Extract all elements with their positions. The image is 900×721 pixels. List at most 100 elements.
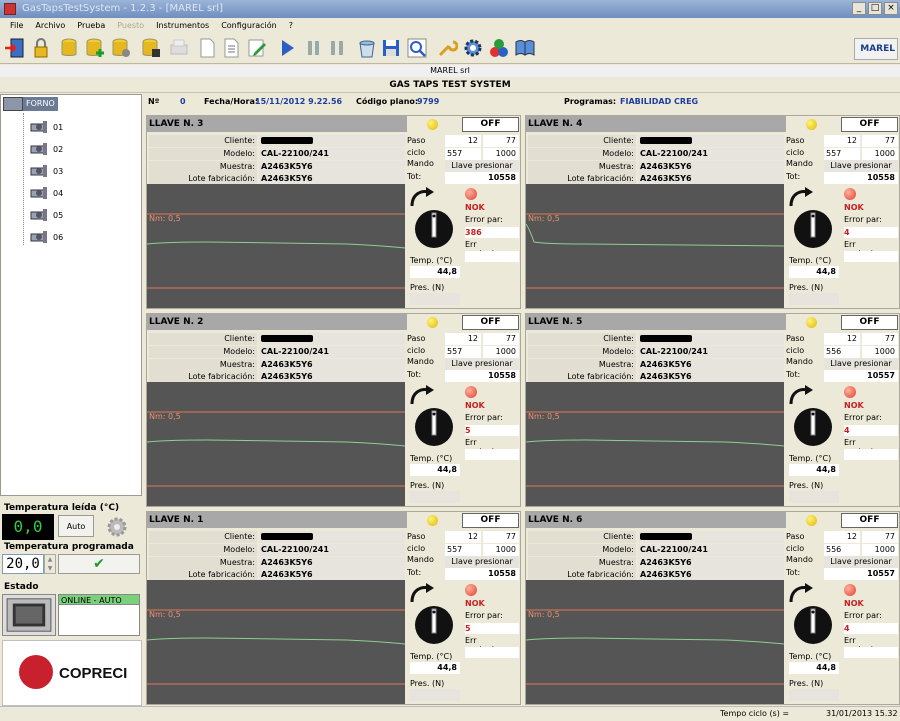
mando-value: Llave presionar: [824, 556, 898, 568]
bucket-icon[interactable]: [356, 37, 378, 59]
error-par-value: 4: [844, 624, 850, 633]
stop-icon[interactable]: [326, 37, 348, 59]
pres-label: Pres. (N): [410, 481, 445, 490]
panel-title: LLAVE N. 6: [526, 512, 786, 528]
tree-item-05[interactable]: 05: [29, 207, 89, 221]
off-button[interactable]: OFF: [841, 315, 898, 330]
tree-item-01[interactable]: 01: [29, 119, 89, 133]
ciclo-total: 1000: [862, 346, 898, 358]
menu-prueba[interactable]: Prueba: [71, 18, 111, 34]
temp-label: Temp. (°C): [410, 256, 453, 265]
mando-value: Llave presionar: [445, 160, 519, 172]
muestra-label: Muestra:: [149, 557, 257, 569]
ciclo-value: 557: [824, 148, 860, 160]
estado-label: Estado: [4, 582, 39, 592]
off-button[interactable]: OFF: [841, 513, 898, 528]
confirm-temp-button[interactable]: ✔: [58, 554, 140, 574]
temp-value: 44,8: [410, 662, 460, 674]
pres-value: [789, 293, 839, 305]
new-document-icon[interactable]: [196, 37, 218, 59]
muestra-label: Muestra:: [149, 359, 257, 371]
off-button[interactable]: OFF: [462, 315, 519, 330]
tree-item-04[interactable]: 04: [29, 185, 89, 199]
menu-help[interactable]: ?: [283, 18, 299, 34]
rotate-arrow-icon: [409, 384, 437, 406]
cliente-value-redacted: [259, 135, 405, 147]
book-icon[interactable]: [514, 37, 536, 59]
exit-icon[interactable]: [3, 37, 25, 59]
off-button[interactable]: OFF: [462, 513, 519, 528]
database-add-icon[interactable]: [84, 37, 106, 59]
database-settings-icon[interactable]: [110, 37, 132, 59]
temp-prog-input[interactable]: 20,0: [2, 554, 44, 574]
rotate-arrow-icon: [788, 384, 816, 406]
minimize-button[interactable]: _: [852, 2, 866, 15]
mando-label: Mando: [407, 555, 434, 564]
off-button[interactable]: OFF: [841, 117, 898, 132]
menu-file[interactable]: File: [4, 18, 29, 34]
status-led-icon: [427, 317, 438, 328]
app-icon: [4, 3, 16, 15]
panel-title: LLAVE N. 5: [526, 314, 786, 330]
menu-archivo[interactable]: Archivo: [29, 18, 71, 34]
ciclo-total: 1000: [483, 148, 519, 160]
cliente-label: Cliente:: [149, 531, 257, 543]
pres-label: Pres. (N): [410, 679, 445, 688]
document-list-icon[interactable]: [220, 37, 242, 59]
modelo-label: Modelo:: [528, 346, 636, 358]
edit-icon[interactable]: [246, 37, 268, 59]
station-tree: FORNO 01 02 03 04 05 06: [0, 94, 142, 496]
tree-item-03[interactable]: 03: [29, 163, 89, 177]
wrench-icon[interactable]: [436, 37, 459, 59]
lock-icon[interactable]: [30, 37, 52, 59]
tree-root[interactable]: FORNO: [3, 97, 63, 111]
ciclo-total: 1000: [483, 544, 519, 556]
mando-value: Llave presionar: [824, 160, 898, 172]
copreci-name: COPRECI: [59, 665, 128, 682]
colors-icon[interactable]: [488, 37, 510, 59]
torque-curve: [147, 637, 405, 645]
copreci-logo: COPRECI: [2, 640, 142, 706]
cliente-value-redacted: [259, 333, 405, 345]
zoom-icon[interactable]: [406, 37, 428, 59]
paso-total: 77: [483, 135, 519, 147]
title-bar: GasTapsTestSystem - 1.2.3 - [MAREL srl] …: [0, 0, 900, 18]
off-button[interactable]: OFF: [462, 117, 519, 132]
nm-label: Nm: 0,5: [149, 610, 181, 619]
copreci-mark-icon: [19, 655, 53, 689]
status-led-icon: [427, 515, 438, 526]
database-icon[interactable]: [58, 37, 80, 59]
auto-button[interactable]: Auto: [58, 515, 94, 537]
nok-status: NOK: [465, 401, 485, 410]
tree-item-02[interactable]: 02: [29, 141, 89, 155]
muestra-value: A2463K5Y6: [259, 557, 405, 569]
database-lock-icon[interactable]: [140, 37, 162, 59]
oven-image: [2, 594, 56, 636]
gear-icon[interactable]: [462, 37, 484, 59]
tree-item-06[interactable]: 06: [29, 229, 89, 243]
pause-icon[interactable]: [302, 37, 324, 59]
estado-status: ONLINE - AUTO: [58, 594, 140, 605]
plan-value: 9799: [417, 97, 440, 106]
pres-label: Pres. (N): [789, 679, 824, 688]
menu-configuracion[interactable]: Configuración: [215, 18, 283, 34]
err-contactos-value: [844, 251, 898, 262]
paso-value: 12: [824, 333, 860, 345]
close-button[interactable]: ×: [884, 2, 898, 15]
tap-icon: [29, 207, 49, 223]
marel-logo: MAREL: [854, 38, 898, 60]
save-icon[interactable]: [380, 37, 402, 59]
modelo-label: Modelo:: [149, 148, 257, 160]
nok-led-icon: [844, 188, 856, 200]
temp-prog-spinner[interactable]: ▲ ▼: [44, 554, 56, 574]
muestra-value: A2463K5Y6: [638, 161, 784, 173]
menu-instrumentos[interactable]: Instrumentos: [150, 18, 215, 34]
play-icon[interactable]: [276, 37, 298, 59]
muestra-label: Muestra:: [528, 161, 636, 173]
muestra-value: A2463K5Y6: [259, 161, 405, 173]
datetime-label: Fecha/Hora:: [204, 97, 259, 106]
error-par-label: Error par:: [844, 611, 882, 620]
ciclo-value: 556: [824, 346, 860, 358]
maximize-button[interactable]: □: [868, 2, 882, 15]
nok-led-icon: [465, 386, 477, 398]
